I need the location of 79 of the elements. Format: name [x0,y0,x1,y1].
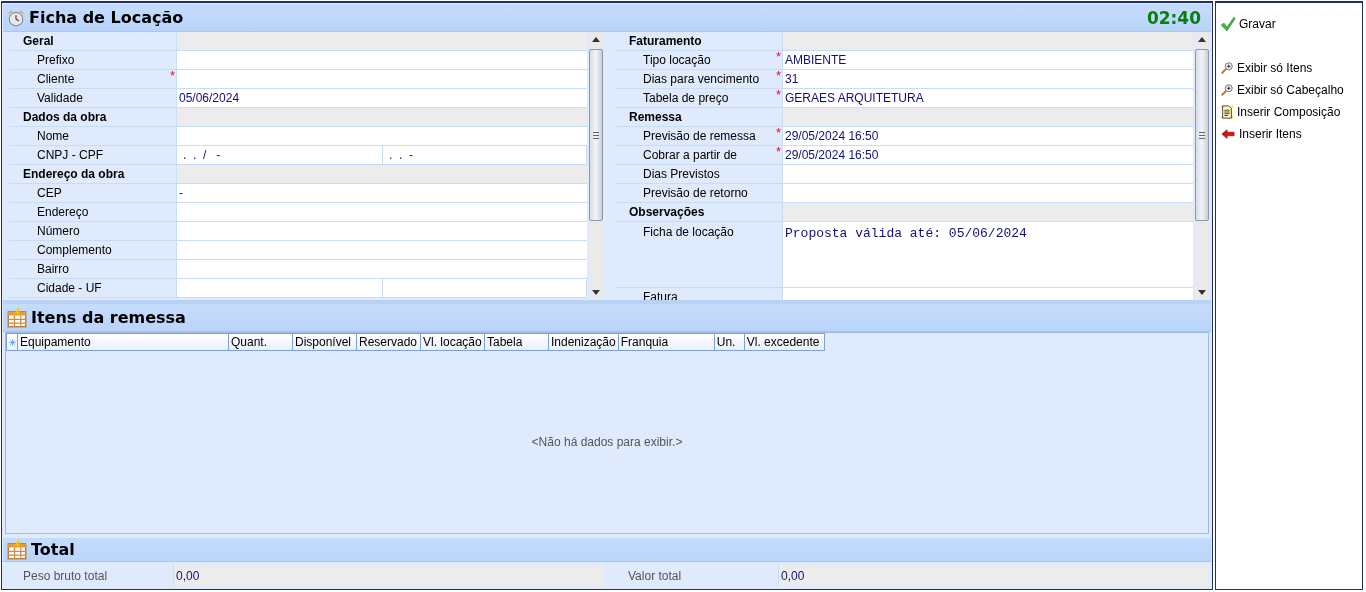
field-label: Nome [37,129,69,143]
field-label: Previsão de remessa [643,129,756,143]
input-field[interactable]: GERAES ARQUITETURA [783,89,1193,107]
field-label: Cliente [37,72,75,86]
input-field[interactable]: 29/05/2024 16:50 [783,127,1193,145]
required-mark: * [775,51,781,63]
table-icon [7,307,27,328]
field-label: Complemento [37,243,112,257]
column-header[interactable]: Disponível [293,333,357,351]
required-mark: * [775,89,781,101]
magnifier-icon [1220,83,1234,97]
input-field[interactable]: 05/06/2024 [177,89,587,107]
magnifier-icon [1220,61,1234,75]
field-label: Número [37,224,80,238]
field-label: Cidade - UF [37,281,102,295]
total-label: Peso bruto total [22,567,109,585]
column-header[interactable]: Reservado [357,333,421,351]
column-header[interactable]: Vl. excedente [744,333,825,351]
input-field[interactable]: . . / - [177,146,383,164]
input-field[interactable] [177,127,587,145]
required-mark: * [775,70,781,82]
panel-title: Ficha de Locação [29,8,185,27]
left-arrow-icon [1220,127,1236,141]
input-field[interactable] [783,184,1193,202]
action-button[interactable]: Inserir Composição [1220,101,1341,123]
input-field[interactable] [177,70,587,88]
field-label: Cobrar a partir de [643,148,738,162]
field-label: Tabela de preço [643,91,729,105]
column-header[interactable]: Franquia [618,333,715,351]
field-label: Bairro [37,262,69,276]
required-mark: * [775,127,781,139]
column-header[interactable]: Indenização [549,333,619,351]
input-field[interactable] [177,203,587,221]
total-value: 0,00 [173,565,604,586]
column-header[interactable]: Tabela [485,333,549,351]
alarm-clock-icon [7,8,25,27]
field-label: Dias Previstos [643,167,720,181]
input-field[interactable] [783,165,1193,183]
action-button[interactable]: Gravar [1220,13,1276,35]
table-icon [7,539,27,560]
field-label: CEP [37,186,62,200]
action-button[interactable]: Inserir Itens [1220,123,1302,145]
input-field[interactable] [177,260,587,278]
input-field[interactable]: 29/05/2024 16:50 [783,146,1193,164]
action-button[interactable]: Exibir só Itens [1220,57,1313,79]
input-field[interactable]: AMBIENTE [783,51,1193,69]
memo-field[interactable]: Proposta válida até: 05/06/2024 [783,222,1193,287]
asterisk-icon [7,337,17,347]
column-header[interactable]: Equipamento [18,333,229,351]
input-field[interactable]: - [177,184,587,202]
field-label: Dias para vencimento [643,72,760,86]
required-mark: * [169,70,175,82]
input-field[interactable]: . . - [383,146,587,164]
panel-title: Total [31,540,76,559]
check-icon [1220,16,1236,32]
input-field[interactable]: 31 [783,70,1193,88]
required-mark: * [775,146,781,158]
field-label: Validade [37,91,83,105]
column-header[interactable]: Vl. locação [421,333,485,351]
field-label: Prefixo [37,53,75,67]
scrollbar[interactable] [589,32,603,300]
scrollbar[interactable] [1195,32,1209,300]
total-value: 0,00 [778,565,1209,586]
column-header[interactable]: Un. [714,333,745,351]
field-label: Tipo locação [643,53,711,67]
field-label: Previsão de retorno [643,186,748,200]
empty-message: <Não há dados para exibir.> [531,435,683,449]
column-header[interactable]: Quant. [229,333,293,351]
panel-title: Itens da remessa [31,308,187,327]
field-label: Endereço [37,205,89,219]
action-button[interactable]: Exibir só Cabeçalho [1220,79,1344,101]
field-label: Ficha de locação [643,225,734,239]
field-label: CNPJ - CPF [37,148,103,162]
document-icon [1220,105,1234,119]
input-field[interactable] [177,241,587,259]
input-field[interactable] [177,222,587,240]
input-field[interactable] [177,51,587,69]
total-label: Valor total [627,567,683,585]
time-display: 02:40 [1146,7,1201,28]
